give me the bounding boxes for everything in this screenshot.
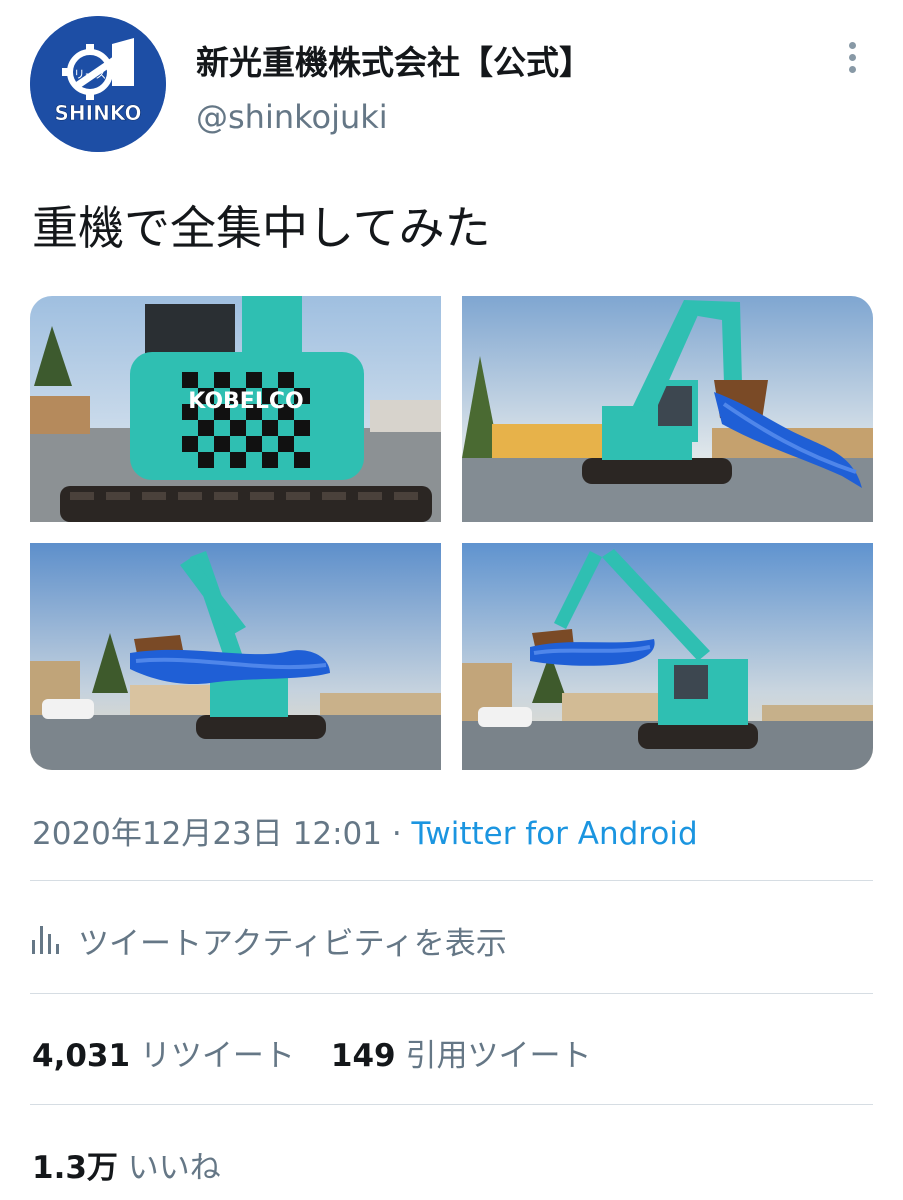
tweet-text: 重機で全集中してみた (32, 201, 491, 255)
divider (30, 993, 873, 994)
more-options-icon[interactable] (836, 38, 870, 78)
avatar[interactable]: リース SHINKO (30, 16, 166, 152)
excavator-rear-photo: KOBELCO (30, 296, 441, 522)
excavator-ribbon-photo (30, 543, 441, 770)
avatar-sub-text: リース (74, 68, 106, 81)
quotes-count: 149 (330, 1038, 396, 1074)
divider (30, 880, 873, 881)
retweets-count: 4,031 (32, 1038, 131, 1074)
display-name[interactable]: 新光重機株式会社【公式】 (196, 36, 592, 84)
user-handle[interactable]: @shinkojuki (196, 98, 388, 136)
likes-count: 1.3万 (32, 1150, 118, 1186)
meta-separator: · (381, 816, 412, 852)
shinko-logo-icon: リース SHINKO (30, 16, 166, 152)
avatar-logo-text: SHINKO (55, 101, 142, 125)
quotes-label: 引用ツイート (405, 1038, 592, 1074)
tweet-source-link[interactable]: Twitter for Android (412, 816, 698, 852)
tweet-photo-4[interactable] (462, 543, 873, 770)
tweet-stats: 4,031 リツイート 149 引用ツイート (32, 1030, 592, 1075)
bar-chart-icon (30, 924, 60, 954)
quotes-stat[interactable]: 149 引用ツイート (331, 1038, 592, 1074)
likes-stat[interactable]: 1.3万 いいね (32, 1142, 221, 1187)
tweet-activity-label: ツイートアクティビティを表示 (78, 926, 507, 962)
likes-label: いいね (127, 1150, 221, 1186)
tweet-timestamp[interactable]: 2020年12月23日 12:01 (32, 816, 382, 852)
tweet-meta: 2020年12月23日 12:01 · Twitter for Android (32, 808, 698, 853)
tweet-photo-3[interactable] (30, 543, 441, 770)
excavator-ribbon-photo (462, 296, 873, 522)
tweet-media-grid: KOBELCO (30, 296, 873, 770)
retweets-stat[interactable]: 4,031 リツイート (32, 1038, 295, 1074)
divider (30, 1104, 873, 1105)
photo-lettering: KOBELCO (188, 389, 303, 414)
tweet-header: リース SHINKO 新光重機株式会社【公式】 @shinkojuki (0, 0, 903, 170)
excavator-ribbon-photo (462, 543, 873, 770)
retweets-label: リツイート (139, 1038, 295, 1074)
tweet-photo-1[interactable]: KOBELCO (30, 296, 441, 522)
tweet-photo-2[interactable] (462, 296, 873, 522)
